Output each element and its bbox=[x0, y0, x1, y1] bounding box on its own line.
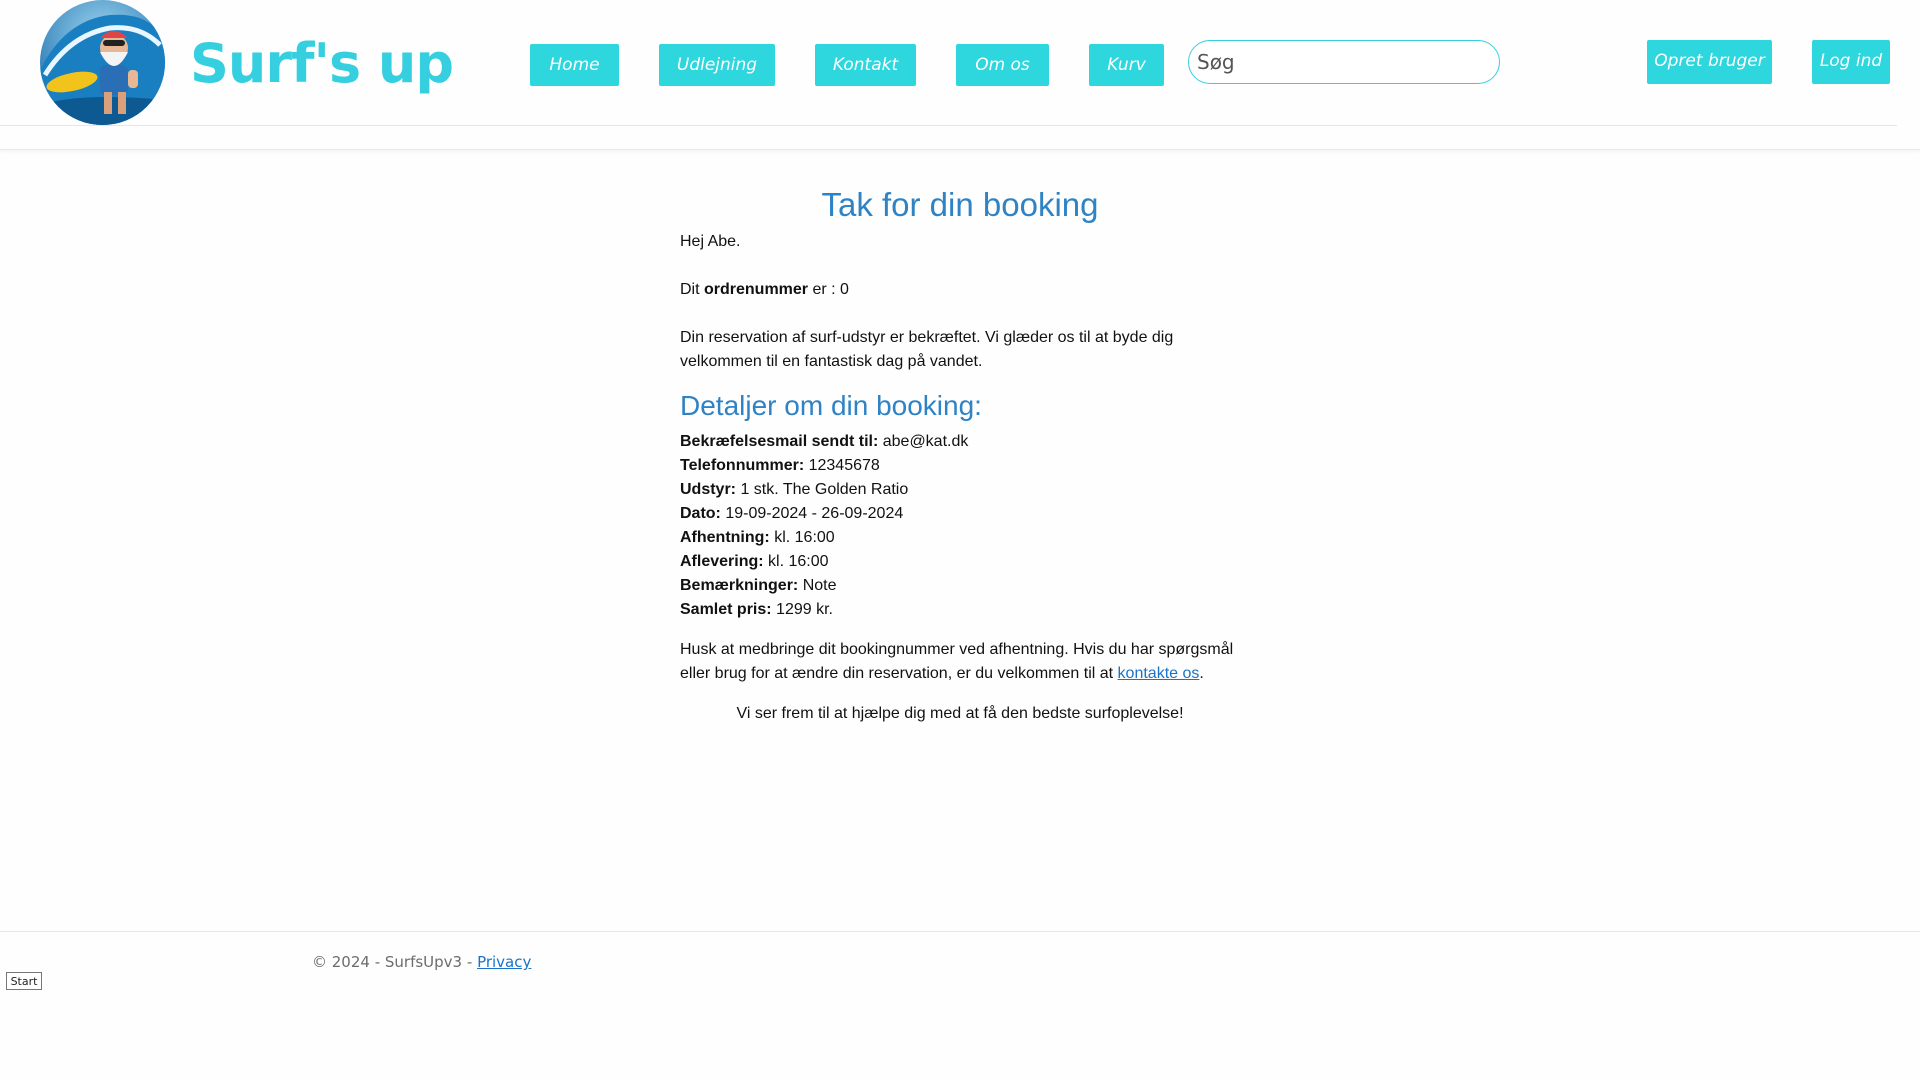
order-prefix: Dit bbox=[680, 281, 704, 298]
start-button[interactable]: Start bbox=[6, 972, 42, 990]
detail-pickup: Afhentning: kl. 16:00 bbox=[680, 526, 1240, 550]
detail-value: Note bbox=[798, 577, 837, 594]
detail-label: Bekræfelsesmail sendt til: bbox=[680, 433, 879, 450]
contact-link[interactable]: kontakte os bbox=[1118, 665, 1200, 682]
booking-confirmation: Tak for din booking Hej Abe. Dit ordrenu… bbox=[680, 180, 1240, 726]
greeting-text: Hej Abe. bbox=[680, 233, 741, 250]
signup-button[interactable]: Opret bruger bbox=[1647, 40, 1772, 84]
detail-email: Bekræfelsesmail sendt til: abe@kat.dk bbox=[680, 430, 1240, 454]
site-header: Surf's up Home Udlejning Kontakt Om os K… bbox=[0, 0, 1897, 126]
order-number-line: Dit ordrenummer er : 0 bbox=[680, 278, 1240, 302]
footer-divider bbox=[0, 931, 1920, 932]
nav-kurv[interactable]: Kurv bbox=[1089, 44, 1164, 86]
detail-equipment: Udstyr: 1 stk. The Golden Ratio bbox=[680, 478, 1240, 502]
detail-label: Dato: bbox=[680, 505, 721, 522]
copyright-text: © 2024 - SurfsUpv3 - bbox=[312, 953, 478, 971]
detail-label: Samlet pris: bbox=[680, 601, 772, 618]
confirmation-text: Din reservation af surf-udstyr er bekræf… bbox=[680, 329, 1174, 370]
nav-home[interactable]: Home bbox=[530, 44, 619, 86]
detail-value: kl. 16:00 bbox=[769, 529, 835, 546]
nav-om-os[interactable]: Om os bbox=[956, 44, 1049, 86]
detail-value: 1 stk. The Golden Ratio bbox=[736, 481, 909, 498]
detail-label: Bemærkninger: bbox=[680, 577, 799, 594]
reminder-text: Husk at medbringe dit bookingnummer ved … bbox=[680, 638, 1240, 686]
order-number-value: er : 0 bbox=[808, 281, 849, 298]
detail-notes: Bemærkninger: Note bbox=[680, 574, 1240, 598]
login-button[interactable]: Log ind bbox=[1812, 40, 1890, 84]
details-heading: Detaljer om din booking: bbox=[680, 390, 982, 421]
header-divider bbox=[0, 126, 1920, 150]
detail-label: Telefonnummer: bbox=[680, 457, 805, 474]
reminder-end: . bbox=[1199, 665, 1204, 682]
detail-label: Aflevering: bbox=[680, 553, 764, 570]
detail-value: 1299 kr. bbox=[771, 601, 833, 618]
detail-value: kl. 16:00 bbox=[763, 553, 829, 570]
detail-value: abe@kat.dk bbox=[878, 433, 969, 450]
booking-details: Bekræfelsesmail sendt til: abe@kat.dk Te… bbox=[680, 430, 1240, 622]
order-number-label: ordrenummer bbox=[704, 281, 809, 298]
closing-text: Vi ser frem til at hjælpe dig med at få … bbox=[736, 705, 1184, 722]
page-title: Tak for din booking bbox=[821, 186, 1099, 223]
nav-kontakt[interactable]: Kontakt bbox=[815, 44, 916, 86]
surfer-logo-image bbox=[40, 0, 165, 125]
site-brand[interactable]: Surf's up bbox=[190, 32, 454, 95]
footer: © 2024 - SurfsUpv3 - Privacy bbox=[312, 953, 531, 971]
detail-value: 19-09-2024 - 26-09-2024 bbox=[720, 505, 904, 522]
privacy-link[interactable]: Privacy bbox=[477, 953, 531, 971]
detail-total-price: Samlet pris: 1299 kr. bbox=[680, 598, 1240, 622]
surfer-logo[interactable] bbox=[40, 0, 165, 125]
detail-date: Dato: 19-09-2024 - 26-09-2024 bbox=[680, 502, 1240, 526]
detail-phone: Telefonnummer: 12345678 bbox=[680, 454, 1240, 478]
nav-udlejning[interactable]: Udlejning bbox=[659, 44, 775, 86]
detail-value: 12345678 bbox=[804, 457, 880, 474]
search-input[interactable] bbox=[1188, 40, 1500, 84]
detail-label: Afhentning: bbox=[680, 529, 770, 546]
detail-label: Udstyr: bbox=[680, 481, 737, 498]
detail-return: Aflevering: kl. 16:00 bbox=[680, 550, 1240, 574]
